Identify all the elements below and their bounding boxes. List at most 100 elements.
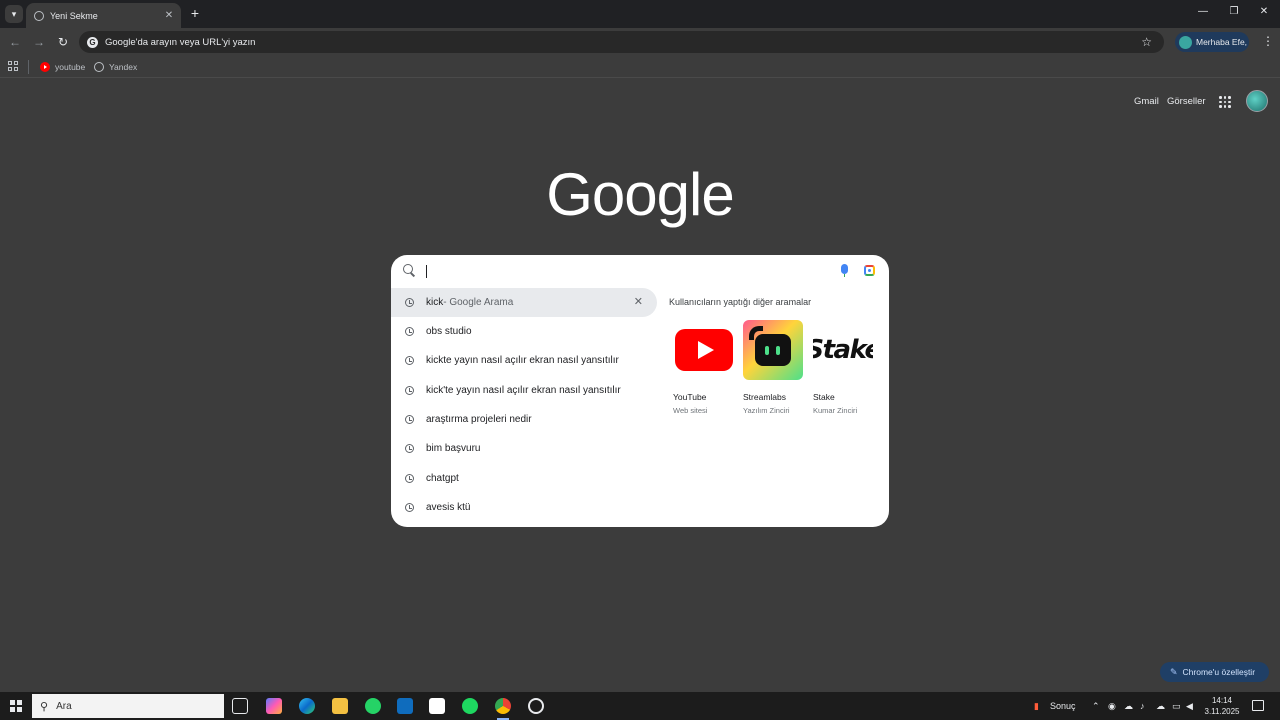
- system-clock[interactable]: 14:14 3.11.2025: [1200, 695, 1244, 717]
- edge-icon[interactable]: [299, 698, 315, 714]
- suggestion-item[interactable]: obs studio: [391, 317, 657, 346]
- related-card-youtube[interactable]: YouTube Web sitesi: [673, 320, 735, 415]
- menu-kebab-icon[interactable]: ⋮: [1262, 34, 1274, 48]
- taskbar-search-placeholder: Ara: [56, 700, 72, 712]
- title-bar: ▾ Yeni Sekme ✕ + — ❐ ✕: [0, 0, 1280, 28]
- copilot-icon[interactable]: [266, 698, 282, 714]
- tab-close-icon[interactable]: ✕: [163, 10, 175, 21]
- cloud-icon[interactable]: ☁: [1156, 701, 1165, 712]
- related-searches-title: Kullanıcıların yaptığı diğer aramalar: [669, 297, 812, 307]
- arrow-left-icon: ←: [9, 35, 21, 49]
- google-lens-icon[interactable]: [864, 265, 875, 276]
- outlook-icon[interactable]: [397, 698, 413, 714]
- history-icon: [405, 503, 414, 512]
- suggestion-item[interactable]: araştırma projeleri nedir: [391, 405, 657, 434]
- suggestion-text: kick: [426, 297, 444, 308]
- related-card-stake[interactable]: Stake Stake Kumar Zinciri: [813, 320, 875, 415]
- news-widget-icon[interactable]: ▮: [1034, 701, 1039, 712]
- obs-studio-icon[interactable]: [528, 698, 544, 714]
- minimize-button[interactable]: —: [1196, 6, 1210, 17]
- bookmarks-bar: youtube Yandex: [0, 56, 1280, 78]
- history-icon: [405, 327, 414, 336]
- customize-chrome-button[interactable]: ✎ Chrome'u özelleştir: [1160, 662, 1269, 682]
- windows-start-icon[interactable]: [10, 700, 22, 712]
- history-icon: [405, 356, 414, 365]
- text-caret: [426, 265, 427, 278]
- tab-new-tab[interactable]: Yeni Sekme ✕: [26, 3, 181, 28]
- stake-logo-text: Stake: [813, 335, 873, 365]
- close-window-button[interactable]: ✕: [1257, 6, 1271, 17]
- images-link[interactable]: Görseller: [1167, 96, 1206, 107]
- taskbar-search-input[interactable]: ⚲ Ara: [32, 694, 224, 718]
- chrome-taskbar-icon[interactable]: [495, 698, 511, 720]
- onedrive-icon[interactable]: ☁: [1124, 701, 1133, 712]
- volume-icon[interactable]: ◀: [1186, 701, 1193, 712]
- back-button[interactable]: ←: [7, 34, 23, 50]
- clock-time: 14:14: [1211, 696, 1233, 705]
- suggestion-item[interactable]: chatgpt: [391, 464, 657, 493]
- new-tab-button[interactable]: +: [188, 5, 202, 21]
- search-dropdown: kick - Google Arama ✕ obs studio kickte …: [391, 255, 889, 527]
- google-apps-icon[interactable]: [1219, 96, 1231, 108]
- whatsapp-icon[interactable]: [365, 698, 381, 714]
- history-icon: [405, 298, 414, 307]
- suggestion-text: kickte yayın nasıl açılır ekran nasıl ya…: [426, 355, 619, 366]
- suggestion-item[interactable]: bim başvuru: [391, 434, 657, 463]
- file-explorer-icon[interactable]: [332, 698, 348, 714]
- restore-button[interactable]: ❐: [1227, 6, 1241, 17]
- omnibox[interactable]: G Google'da arayın veya URL'yi yazın ☆: [79, 31, 1164, 53]
- youtube-logo-icon: [673, 320, 733, 380]
- bookmark-yandex[interactable]: Yandex: [94, 60, 137, 74]
- network-icon[interactable]: ▭: [1172, 701, 1181, 712]
- gmail-link[interactable]: Gmail: [1134, 96, 1159, 107]
- account-avatar[interactable]: [1246, 90, 1268, 112]
- browser-toolbar: ← → ↻ G Google'da arayın veya URL'yi yaz…: [0, 28, 1280, 56]
- chevron-down-icon: ▾: [11, 8, 17, 19]
- google-logo: Google: [546, 161, 734, 228]
- suggestion-text: chatgpt: [426, 473, 459, 484]
- bookmark-star-icon[interactable]: ☆: [1141, 35, 1152, 49]
- tab-search-button[interactable]: ▾: [5, 5, 23, 23]
- arrow-right-icon: →: [33, 35, 45, 49]
- related-card-streamlabs[interactable]: Streamlabs Yazılım Zinciri: [743, 320, 805, 415]
- suggestion-text: bim başvuru: [426, 443, 481, 454]
- pencil-icon: ✎: [1170, 666, 1178, 677]
- stake-logo-icon: Stake: [813, 320, 873, 380]
- profile-label: Merhaba Efe,: [1196, 37, 1248, 47]
- remove-suggestion-icon[interactable]: ✕: [634, 295, 643, 308]
- history-icon: [405, 386, 414, 395]
- reload-icon: ↻: [57, 35, 69, 49]
- weather-label[interactable]: Sonuç: [1050, 701, 1076, 711]
- apps-grid-icon[interactable]: [8, 61, 18, 71]
- notification-icon[interactable]: [1252, 700, 1264, 711]
- suggestion-item[interactable]: kick'te yayın nasıl açılır ekran nasıl y…: [391, 376, 657, 405]
- bookmark-youtube[interactable]: youtube: [40, 60, 85, 74]
- spotify-icon[interactable]: [462, 698, 478, 714]
- bookmark-label: youtube: [55, 62, 86, 72]
- suggestion-item[interactable]: avesis ktü: [391, 493, 657, 522]
- task-view-icon[interactable]: [232, 698, 248, 714]
- forward-button[interactable]: →: [31, 34, 47, 50]
- profile-button[interactable]: Merhaba Efe,: [1175, 32, 1249, 52]
- globe-icon: [94, 62, 104, 72]
- suggestion-item[interactable]: kickte yayın nasıl açılır ekran nasıl ya…: [391, 346, 657, 375]
- streamlabs-logo-icon: [743, 320, 803, 380]
- omnibox-placeholder: Google'da arayın veya URL'yi yazın: [105, 36, 256, 48]
- bookmarks-divider: [28, 60, 29, 74]
- related-card-name: Stake: [813, 392, 835, 402]
- microphone-icon[interactable]: [841, 264, 848, 277]
- related-card-name: Streamlabs: [743, 392, 786, 402]
- related-card-subtitle: Web sitesi: [673, 406, 708, 415]
- chevron-up-icon[interactable]: ⌃: [1092, 701, 1100, 712]
- suggestion-text: araştırma projeleri nedir: [426, 414, 532, 425]
- search-icon: [403, 264, 413, 274]
- camera-icon[interactable]: ◉: [1108, 701, 1116, 712]
- tab-title: Yeni Sekme: [50, 10, 98, 21]
- microphone-tray-icon[interactable]: ♪: [1140, 701, 1145, 711]
- profile-avatar: [1179, 35, 1192, 49]
- history-icon: [405, 474, 414, 483]
- search-input[interactable]: [391, 255, 889, 287]
- suggestion-item[interactable]: kick - Google Arama ✕: [391, 288, 657, 317]
- reload-button[interactable]: ↻: [55, 34, 71, 50]
- microsoft-store-icon[interactable]: [429, 698, 445, 714]
